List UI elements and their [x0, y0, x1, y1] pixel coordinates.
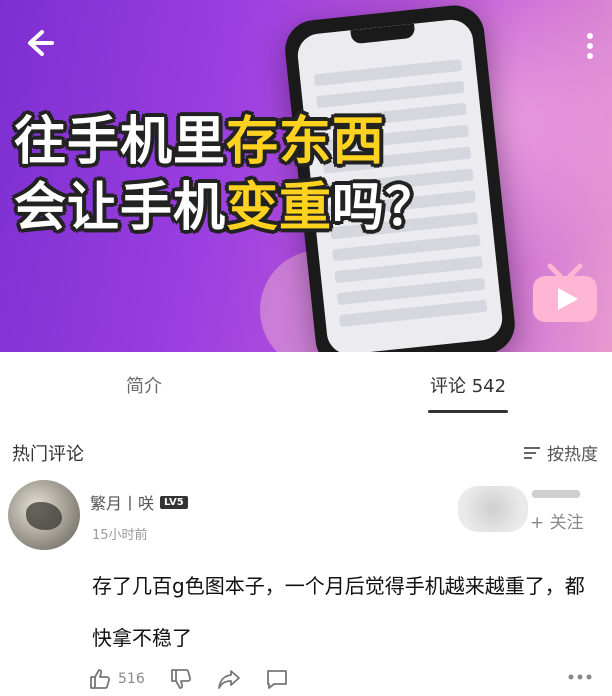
comment-actions: 516 [88, 664, 313, 694]
hot-comments-heading: 热门评论 [12, 444, 84, 465]
avatar[interactable] [8, 480, 80, 550]
video-title-line-2: 会让手机变重吗？ [14, 178, 438, 238]
share-arrow-icon [217, 670, 240, 689]
comment-text: 存了几百g色图本子，一个月后觉得手机越来越重了，都快拿不稳了 [92, 574, 585, 650]
comment-bubble-icon [266, 670, 287, 689]
video-title-line-1: 往手机里存东西 [14, 112, 385, 172]
bilibili-tv-logo-icon [533, 263, 597, 322]
tab-comments[interactable]: 评论 542 [430, 372, 506, 398]
more-vertical-icon[interactable] [586, 32, 594, 60]
tab-bar: 简介 评论 542 [0, 352, 612, 416]
sort-lines-icon [524, 446, 540, 459]
reply-button[interactable] [265, 667, 289, 691]
phone-notch [350, 23, 416, 45]
like-button[interactable]: 516 [88, 667, 145, 691]
title-yellow-text: 存东西 [226, 112, 386, 172]
dislike-button[interactable] [169, 667, 193, 691]
title-white-text: 吗？ [332, 178, 439, 238]
screen-row [339, 299, 488, 328]
level-badge: LV5 [160, 495, 188, 509]
video-player[interactable]: 往手机里存东西 会让手机变重吗？ [0, 0, 612, 352]
sort-label: 按热度 [547, 445, 598, 465]
share-button[interactable] [217, 667, 241, 691]
more-horizontal-icon[interactable] [568, 674, 592, 680]
active-tab-indicator [428, 410, 508, 413]
thumbs-up-icon [90, 669, 111, 689]
back-arrow-icon[interactable] [22, 26, 56, 60]
sort-by-heat-button[interactable]: 按热度 [523, 440, 598, 465]
title-yellow-text: 变重 [226, 178, 333, 238]
title-white-text: 会让手机 [14, 178, 227, 238]
comment-time: 15小时前 [92, 528, 148, 543]
comment-username-row[interactable]: 繁月丨咲 LV5 [90, 490, 188, 514]
like-count: 516 [118, 671, 145, 687]
fan-badge-image [458, 486, 528, 532]
fan-badge-label [532, 490, 580, 498]
comment-username[interactable]: 繁月丨咲 [90, 490, 154, 514]
tab-intro[interactable]: 简介 [126, 372, 162, 398]
follow-button[interactable]: + 关注 [530, 508, 584, 533]
title-white-text: 往手机里 [14, 112, 227, 172]
thumbs-down-icon [170, 669, 191, 689]
